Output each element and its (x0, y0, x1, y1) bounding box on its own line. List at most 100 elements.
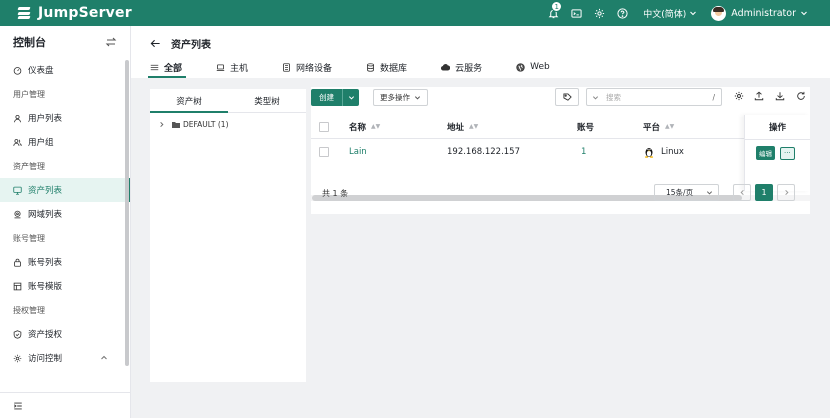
tree-node-label: DEFAULT (1) (183, 119, 229, 129)
table-toolbar: 创建 更多操作 / (311, 87, 810, 113)
column-header-address[interactable]: 地址 ▲▼ (447, 121, 478, 133)
app-logo[interactable]: JumpServer (16, 5, 132, 21)
tab-label: 数据库 (380, 63, 408, 74)
tree-node-default[interactable]: DEFAULT (1) (150, 113, 306, 135)
gear-icon (13, 354, 22, 362)
sidebar-item[interactable]: 仪表盘 (0, 58, 130, 82)
search-box[interactable]: / (586, 88, 722, 106)
sidebar-item[interactable]: 访问控制 (0, 346, 130, 370)
sidebar-item[interactable]: 用户列表 (0, 106, 130, 130)
tree-panel: 资产树 类型树 DEFAULT (1) (150, 89, 306, 382)
terminal-button[interactable] (567, 4, 585, 22)
user-menu[interactable]: Administrator (711, 5, 808, 21)
help-button[interactable] (613, 4, 631, 22)
tag-icon (562, 92, 572, 101)
sidebar-item-label: 账号列表 (28, 258, 63, 268)
sidebar-item[interactable]: 账号列表 (0, 250, 130, 274)
globe-icon (516, 62, 525, 72)
tab-5[interactable]: Web (516, 56, 550, 78)
sort-icon[interactable]: ▲▼ (371, 123, 380, 130)
template-icon (13, 282, 22, 290)
asset-name-link[interactable]: Lain (349, 147, 367, 157)
create-button-label[interactable]: 创建 (311, 89, 342, 106)
page-number-button[interactable]: 1 (755, 184, 773, 201)
chevron-right-icon[interactable] (158, 121, 165, 128)
sidebar: 控制台 仪表盘 用户管理 用户列表 用户组 资产管理 资产列表 网域列表 账号管理 账号列表 账号… (0, 26, 131, 418)
row-checkbox[interactable] (319, 147, 329, 157)
column-label: 名称 (349, 122, 367, 133)
column-label: 平台 (643, 122, 661, 133)
checkbox[interactable] (319, 147, 329, 157)
sidebar-item[interactable]: 网域列表 (0, 202, 130, 226)
column-label: 地址 (447, 122, 465, 133)
tab-label: 主机 (230, 63, 249, 74)
sidebar-item[interactable]: 账号模版 (0, 274, 130, 298)
sidebar-group-label: 账号管理 (13, 233, 45, 243)
language-selector[interactable]: 中文(简体) (643, 7, 697, 20)
next-page-button[interactable] (777, 184, 795, 201)
sidebar-item[interactable]: 资产列表 (0, 178, 130, 202)
sort-icon[interactable]: ▲▼ (469, 123, 478, 130)
settings-button[interactable] (590, 4, 608, 22)
sidebar-collapse-button[interactable] (0, 392, 130, 418)
create-dropdown-button[interactable] (342, 89, 359, 106)
sidebar-item[interactable]: 资产授权 (0, 322, 130, 346)
cloud-icon (441, 63, 451, 71)
label-filter-button[interactable] (555, 88, 579, 106)
chevron-left-icon (740, 189, 744, 196)
refresh-button[interactable] (796, 91, 807, 102)
prev-page-button[interactable] (733, 184, 751, 201)
search-input[interactable] (606, 92, 706, 102)
sidebar-item[interactable]: 用户组 (0, 130, 130, 154)
linux-icon (644, 148, 654, 158)
tab-0[interactable]: 全部 (147, 56, 187, 78)
edit-button[interactable]: 编辑 (756, 146, 775, 160)
logo-text: JumpServer (38, 5, 132, 21)
checkbox[interactable] (319, 121, 329, 132)
tab-3[interactable]: 数据库 (366, 56, 407, 78)
sidebar-header: 控制台 (0, 26, 130, 58)
category-tabs: 全部 主机 网络设备 数据库 云服务 Web (147, 56, 584, 78)
select-all-checkbox[interactable] (319, 121, 329, 132)
sort-icon[interactable]: ▲▼ (665, 123, 674, 130)
tab-label: 全部 (164, 63, 183, 74)
swap-icon[interactable] (105, 36, 117, 48)
tab-4[interactable]: 云服务 (441, 56, 482, 78)
tab-label: 云服务 (455, 63, 483, 74)
page-header: 资产列表 全部 主机 网络设备 数据库 云服务 Web (131, 26, 830, 78)
top-bar: JumpServer 1 中文(简体) Administrator (0, 0, 830, 26)
export-button[interactable] (775, 91, 786, 102)
table-header: 名称 ▲▼ 地址 ▲▼ 账号 平台 ▲▼ (311, 115, 810, 139)
sidebar-item-label: 用户列表 (28, 114, 63, 124)
asset-table-panel: 创建 更多操作 / (311, 87, 810, 214)
row-more-button[interactable]: ··· (780, 146, 795, 160)
create-button[interactable]: 创建 (311, 89, 359, 106)
chevron-down-icon[interactable] (592, 94, 599, 101)
tab-1[interactable]: 主机 (216, 56, 248, 78)
column-settings-button[interactable] (734, 91, 745, 102)
sidebar-group-label: 用户管理 (13, 89, 45, 99)
notification-button[interactable]: 1 (544, 1, 563, 22)
upload-icon (754, 91, 764, 101)
total-count: 共 1 条 (322, 189, 349, 198)
asset-platform: Linux (643, 146, 684, 158)
column-header-name[interactable]: 名称 ▲▼ (349, 121, 380, 133)
import-button[interactable] (754, 91, 765, 102)
tab-type-tree[interactable]: 类型树 (228, 89, 306, 112)
column-header-platform[interactable]: 平台 ▲▼ (643, 121, 674, 133)
platform-label: Linux (661, 147, 684, 157)
tab-asset-tree[interactable]: 资产树 (150, 89, 228, 113)
back-arrow-icon[interactable] (150, 38, 161, 49)
sidebar-scrollbar[interactable] (125, 60, 129, 366)
chevron-down-icon (706, 191, 713, 195)
lock-icon (14, 258, 21, 267)
monitor-icon (13, 186, 22, 195)
list-icon (150, 64, 159, 70)
chevron-down-icon (414, 96, 421, 100)
chevron-up-icon[interactable] (100, 354, 108, 362)
asset-accounts-link[interactable]: 1 (581, 147, 586, 157)
page-size-select[interactable]: 15条/页 (654, 184, 719, 201)
tab-2[interactable]: 网络设备 (282, 56, 332, 78)
page-title: 资产列表 (150, 36, 211, 51)
more-actions-button[interactable]: 更多操作 (373, 89, 428, 106)
